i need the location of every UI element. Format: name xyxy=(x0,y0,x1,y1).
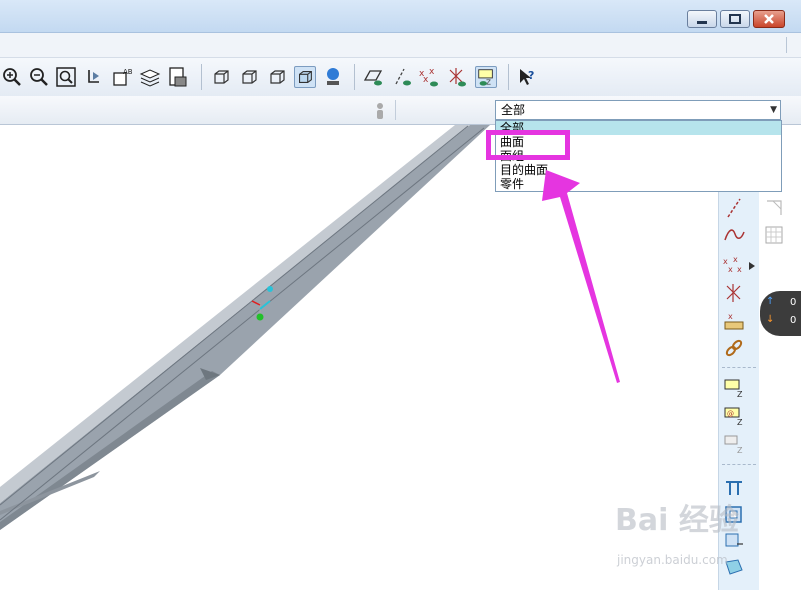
close-button[interactable] xyxy=(753,10,785,28)
person-icon xyxy=(377,103,383,119)
filter-bar-divider xyxy=(395,100,396,120)
hidden-line-icon[interactable] xyxy=(238,66,260,88)
svg-text:Z: Z xyxy=(737,446,743,455)
context-help-icon[interactable]: ? xyxy=(516,66,538,88)
toolbar-separator xyxy=(508,64,509,90)
filter-option-intent-surface[interactable]: 目的曲面 xyxy=(496,163,781,177)
minimize-button[interactable] xyxy=(687,10,717,28)
svg-text:Z: Z xyxy=(737,418,743,427)
filter-select[interactable]: 全部 ▼ xyxy=(495,100,781,120)
upload-value: 0 xyxy=(790,297,797,308)
download-arrow-icon: ↓ xyxy=(766,314,775,325)
refit-icon[interactable] xyxy=(55,66,77,88)
watermark-url: jingyan.baidu.com xyxy=(617,553,728,567)
view-manager-icon[interactable] xyxy=(167,66,189,88)
layers-icon[interactable] xyxy=(139,66,161,88)
coordinate-system-icon xyxy=(251,286,273,321)
chevron-down-icon[interactable]: ▼ xyxy=(770,101,777,119)
close-icon xyxy=(764,14,774,24)
toolbar-separator xyxy=(722,464,756,465)
watermark-logo: Bai 经验 xyxy=(615,503,739,538)
toolbar-separator xyxy=(354,64,355,90)
svg-text:x: x xyxy=(429,67,435,77)
expand-arrow-icon[interactable] xyxy=(749,262,755,270)
view-toolbar: AB xxx Z ? xyxy=(0,58,801,97)
model-beam[interactable] xyxy=(0,125,718,590)
datum-plane-icon[interactable] xyxy=(763,197,785,219)
analysis-icon[interactable]: x xyxy=(723,310,745,332)
svg-text:x: x xyxy=(728,312,733,321)
svg-text:?: ? xyxy=(528,69,534,82)
zoom-in-icon[interactable] xyxy=(1,66,23,88)
annotation-feature-icon[interactable]: Z xyxy=(723,377,745,399)
toolbar-separator xyxy=(722,367,756,368)
svg-text:@: @ xyxy=(727,410,734,418)
menu-bar xyxy=(0,33,801,58)
chain-link-icon[interactable] xyxy=(723,337,745,359)
graphics-window[interactable] xyxy=(0,125,718,590)
wireframe-icon[interactable] xyxy=(210,66,232,88)
appearance-icon[interactable] xyxy=(322,66,344,88)
coordinate-system-icon[interactable] xyxy=(723,282,745,304)
svg-text:x: x xyxy=(733,255,738,264)
datum-axis-icon[interactable] xyxy=(723,197,745,219)
menu-bar-end-divider xyxy=(786,37,787,53)
saved-views-icon[interactable]: AB xyxy=(111,66,133,88)
highlight-box xyxy=(486,130,570,160)
svg-text:x: x xyxy=(737,265,742,274)
annotation-copy-icon[interactable]: Z xyxy=(723,433,745,455)
sketched-curve-icon[interactable] xyxy=(723,224,745,246)
status-pill[interactable]: ↑ 0 ↓ 0 xyxy=(760,291,801,336)
maximize-icon xyxy=(729,14,741,24)
datum-plane-display-icon[interactable] xyxy=(362,66,384,88)
maximize-button[interactable] xyxy=(720,10,750,28)
svg-text:Z: Z xyxy=(486,77,491,86)
svg-text:Z: Z xyxy=(737,390,743,399)
reorient-icon[interactable] xyxy=(83,66,105,88)
svg-text:x: x xyxy=(728,265,733,274)
minimize-icon xyxy=(697,21,707,24)
shading-icon[interactable] xyxy=(294,66,316,88)
svg-text:x: x xyxy=(423,75,429,85)
toolbar-separator xyxy=(201,64,202,90)
download-value: 0 xyxy=(790,315,797,326)
upload-arrow-icon: ↑ xyxy=(766,296,775,307)
zoom-out-icon[interactable] xyxy=(28,66,50,88)
csys-display-icon[interactable] xyxy=(446,66,468,88)
svg-text:AB: AB xyxy=(123,68,133,76)
no-hidden-icon[interactable] xyxy=(266,66,288,88)
filter-option-part[interactable]: 零件 xyxy=(496,177,781,191)
window-title-bar xyxy=(0,0,801,33)
datum-axis-display-icon[interactable] xyxy=(392,66,414,88)
annotation-element-icon[interactable]: @Z xyxy=(723,405,745,427)
grid-icon[interactable] xyxy=(763,224,785,246)
datum-point-display-icon[interactable]: x xx xyxy=(418,66,440,88)
annotation-display-icon[interactable]: Z xyxy=(475,66,497,88)
filter-select-value: 全部 xyxy=(501,103,526,117)
datum-point-icon[interactable]: x xx x xyxy=(723,254,745,276)
